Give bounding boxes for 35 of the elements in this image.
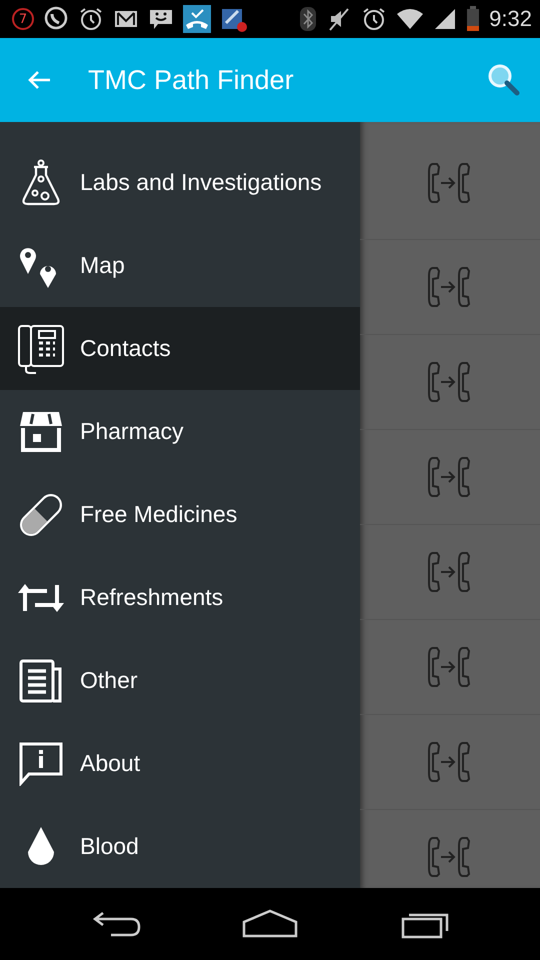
home-nav-icon[interactable] bbox=[242, 909, 298, 939]
call-transfer-icon[interactable] bbox=[427, 740, 473, 784]
drawer-item[interactable]: Map bbox=[0, 224, 360, 307]
drawer-item[interactable]: Labs and Investigations bbox=[0, 141, 360, 224]
call-transfer-icon[interactable] bbox=[427, 265, 473, 309]
call-transfer-icon[interactable] bbox=[427, 455, 473, 499]
drawer-item[interactable]: Pharmacy bbox=[0, 390, 360, 473]
app-title: TMC Path Finder bbox=[88, 64, 295, 96]
call-transfer-icon[interactable] bbox=[427, 160, 473, 204]
flask-icon bbox=[20, 158, 62, 206]
desk-phone-icon bbox=[17, 324, 65, 374]
mail-icon bbox=[113, 8, 139, 30]
battery-icon bbox=[466, 6, 480, 32]
alarm-clock-icon bbox=[361, 6, 388, 32]
drawer-item[interactable]: Blood bbox=[0, 805, 360, 888]
drawer-item[interactable]: Contacts bbox=[0, 307, 360, 390]
alarm-clock-icon bbox=[78, 6, 104, 32]
wifi-icon bbox=[396, 7, 424, 31]
bluetooth-icon bbox=[299, 6, 318, 32]
drawer-item[interactable]: Refreshments bbox=[0, 556, 360, 639]
drop-icon bbox=[25, 826, 57, 868]
call-transfer-icon[interactable] bbox=[427, 550, 473, 594]
drawer-item[interactable]: Free Medicines bbox=[0, 473, 360, 556]
clock-time: 9:32 bbox=[489, 6, 532, 32]
drawer-item[interactable]: Other bbox=[0, 639, 360, 722]
document-icon bbox=[19, 658, 63, 702]
drawer-item[interactable]: About bbox=[0, 722, 360, 805]
phone-app-icon bbox=[183, 5, 211, 33]
info-message-icon bbox=[19, 742, 63, 786]
call-transfer-icon[interactable] bbox=[427, 645, 473, 689]
notification-count: 7 bbox=[12, 8, 34, 30]
signal-icon bbox=[433, 7, 458, 31]
storefront-icon bbox=[19, 410, 63, 454]
call-transfer-icon[interactable] bbox=[427, 835, 473, 879]
call-transfer-icon[interactable] bbox=[427, 360, 473, 404]
